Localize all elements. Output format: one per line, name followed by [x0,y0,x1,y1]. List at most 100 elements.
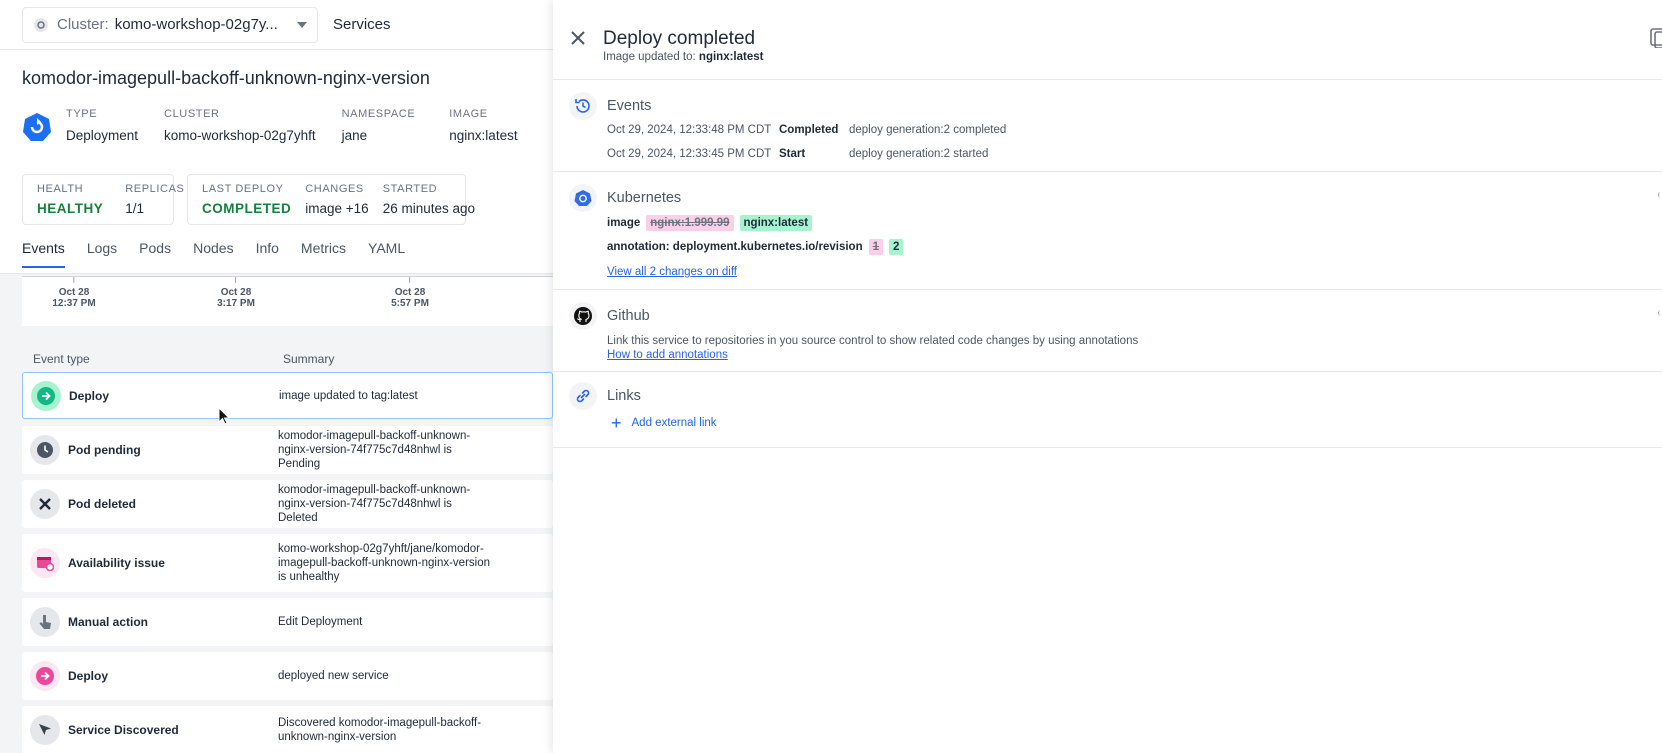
table-row[interactable]: Pod deleted komodor-imagepull-backoff-un… [22,480,553,528]
tab-logs[interactable]: Logs [87,240,117,268]
events-section: Events Oct 29, 2024, 12:33:48 PM CDT Com… [553,80,1662,172]
meta-value: jane [341,128,368,143]
github-info-text: Link this service to repositories in you… [607,335,1139,347]
changes-value: image +16 [305,201,369,216]
tick-time: 3:17 PM [217,298,255,309]
tab-events[interactable]: Events [22,240,65,268]
drawer-header: Deploy completed Image updated to: nginx… [553,0,1662,80]
hand-pointer-icon [30,607,60,637]
tick-date: Oct 28 [394,287,426,298]
meta-value: nginx:latest [449,128,518,143]
kubernetes-section: Kubernetes image nginx:1.999.99 nginx:la… [553,172,1662,290]
tab-metrics[interactable]: Metrics [301,240,346,268]
replicas-stat: REPLICAS 1/1 [125,183,184,224]
stat-key: CHANGES [305,183,364,195]
stat-key: STARTED [382,183,438,195]
event-status: Start [779,148,806,160]
event-summary: komodor-imagepull-backoff-unknown-nginx-… [278,484,471,524]
event-type: Deploy [69,388,110,403]
cluster-value: komo-workshop-02g7y... [114,16,278,33]
started-value: 26 minutes ago [382,201,475,216]
github-section: Github Link this service to repositories… [553,290,1662,372]
table-row[interactable]: Deploy deployed new service [22,652,553,700]
tab-info[interactable]: Info [256,240,279,268]
events-section-title: Events [607,98,652,114]
column-header-event-type: Event type [33,352,90,366]
health-stat: HEALTH HEALTHY [37,183,103,224]
added-value-badge: nginx:latest [739,215,813,231]
event-summary: deployed new service [278,670,389,682]
meta-key: TYPE [66,108,98,120]
edge-marker [1658,192,1662,198]
plus-icon: + [611,413,622,433]
tick-mark [409,277,411,283]
table-row[interactable]: Service Discovered Discovered komodor-im… [22,706,553,753]
kubernetes-section-title: Kubernetes [607,190,682,206]
kubernetes-icon [569,184,597,212]
github-icon [569,302,597,330]
events-table: Event type Summary Deploy image updated … [0,334,553,753]
how-to-add-annotations-link[interactable]: How to add annotations [607,349,728,361]
drawer-title: Deploy completed [603,28,756,49]
meta-key: IMAGE [449,108,488,120]
link-icon [569,382,597,410]
availability-icon [30,548,60,578]
add-external-link-button[interactable]: + Add external link [611,413,717,433]
cluster-select[interactable]: Cluster: komo-workshop-02g7y... [22,6,318,43]
table-row[interactable]: Pod pending komodor-imagepull-backoff-un… [22,426,553,474]
service-title: komodor-imagepull-backoff-unknown-nginx-… [22,68,430,88]
timeline-container: Oct 28 12:37 PM Oct 28 3:17 PM Oct 28 5:… [0,274,553,334]
tab-yaml[interactable]: YAML [368,240,405,268]
tick-mark [235,277,237,283]
links-section-title: Links [607,388,641,404]
event-type: Pod deleted [68,497,137,511]
started-stat: STARTED 26 minutes ago [383,183,475,224]
links-section: Links + Add external link [553,372,1662,448]
tab-nodes[interactable]: Nodes [193,240,233,268]
tick-mark [73,277,75,283]
meta-namespace: NAMESPACE jane [342,108,416,143]
x-icon [30,489,60,519]
events-timeline[interactable]: Oct 28 12:37 PM Oct 28 3:17 PM Oct 28 5:… [22,276,553,326]
event-summary: Edit Deployment [278,616,363,628]
close-icon[interactable] [568,28,588,48]
removed-value-badge: 1 [868,239,884,255]
subtitle-value: nginx:latest [698,51,764,63]
drawer-subtitle: Image updated to: nginx:latest [603,51,763,63]
event-summary: Discovered komodor-imagepull-backoff-unk… [278,717,482,743]
event-timestamp: Oct 29, 2024, 12:33:48 PM CDT [607,124,772,136]
timeline-tick: Oct 28 3:17 PM [217,277,255,309]
arrow-right-icon [31,380,61,411]
table-row[interactable]: Availability issue komo-workshop-02g7yhf… [22,534,553,592]
replicas-value: 1/1 [125,201,145,216]
stat-key: LAST DEPLOY [202,183,284,195]
top-bar: Cluster: komo-workshop-02g7y... Services [0,0,553,50]
table-row[interactable]: Manual action Edit Deployment [22,598,553,646]
annotation-label: annotation: deployment.kubernetes.io/rev… [607,241,863,253]
health-box: HEALTH HEALTHY REPLICAS 1/1 [22,174,184,225]
last-deploy-stat: LAST DEPLOY COMPLETED [202,183,291,224]
tick-time: 12:37 PM [52,298,96,309]
meta-cluster: CLUSTER komo-workshop-02g7yhft [164,108,316,143]
cluster-label: Cluster: [57,16,109,33]
deploy-box[interactable]: LAST DEPLOY COMPLETED CHANGES image +16 … [187,174,475,225]
chevron-down-icon [297,21,307,28]
event-type: Availability issue [68,556,165,570]
stat-key: REPLICAS [125,183,185,195]
column-header-summary: Summary [283,352,335,366]
copy-icon[interactable] [1650,28,1662,48]
health-status: HEALTHY [37,201,104,216]
tick-date: Oct 28 [220,287,252,298]
timeline-tick: Oct 28 5:57 PM [391,277,429,309]
arrow-right-icon [30,661,60,691]
github-section-title: Github [607,308,650,324]
view-diff-link[interactable]: View all 2 changes on diff [607,266,737,278]
annotation-diff: annotation: deployment.kubernetes.io/rev… [607,239,904,255]
tab-pods[interactable]: Pods [139,240,171,268]
event-type: Service Discovered [68,723,179,737]
meta-key: NAMESPACE [341,108,416,120]
table-row[interactable]: Deploy image updated to tag:latest [22,372,553,419]
services-link[interactable]: Services [333,16,391,33]
meta-value: komo-workshop-02g7yhft [164,128,316,143]
service-page: Cluster: komo-workshop-02g7y... Services… [0,0,553,753]
